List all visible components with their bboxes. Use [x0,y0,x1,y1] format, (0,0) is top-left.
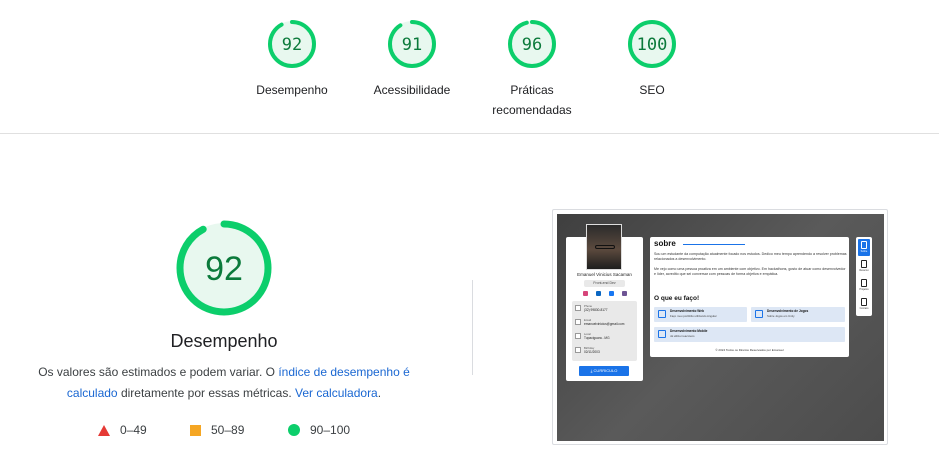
nav-item-about: Sobre [858,239,870,256]
phone-icon [575,305,581,311]
nav-item-projects: Projetos [858,277,870,294]
site-side-nav: Sobre Resumo Projetos Contato [856,237,872,316]
profile-card: Emanuel Vinicius Sacaman Front-end Dev P… [566,224,643,381]
gauge-accessibility[interactable]: 91 Acessibilidade [352,18,472,100]
screenshot-image: Emanuel Vinicius Sacaman Front-end Dev P… [557,214,884,441]
email-icon [575,319,581,325]
gauge-label-best-practices: Práticas recomendadas [492,83,572,117]
social-icons [583,291,627,297]
instagram-icon [583,291,588,296]
site-footer: © 2024 Todos os Direitos Reservados por … [715,348,784,352]
contact-icon [861,298,867,306]
legend-pass-range: 90–100 [310,423,351,437]
about-underline [683,244,745,245]
mobile-dev-icon [658,330,666,338]
skill-card-games: Desenvolvimento de Jogos Sobre Jogos em … [751,307,845,322]
facebook-icon [609,291,614,296]
gauge-performance[interactable]: 92 Desempenho [232,18,352,100]
red-triangle-icon [98,424,110,436]
document-icon [861,260,867,268]
legend-pass: 90–100 [288,421,350,439]
skill-card-web: Desenvolvimento Web Faço meu portifólio … [654,307,747,322]
profile-tag: Front-end Dev [584,280,625,287]
linkedin-icon [596,291,601,296]
gauge-ring-seo: 100 [628,20,676,68]
green-circle-icon [288,424,300,436]
nav-item-contact: Contato [858,296,870,313]
about-paragraph-1: Sou um estudante da computação atualment… [654,252,847,261]
score-seo: 100 [637,35,668,55]
performance-score-large: 92 [205,250,243,288]
legend-fail: 0–49 [98,421,147,439]
user-icon [861,241,867,249]
gauge-ring-performance: 92 [268,20,316,68]
profile-photo [586,224,622,270]
desc-text-2: diretamente por essas métricas. [117,386,296,400]
profile-name: Emanuel Vinicius Sacaman [577,272,632,277]
contact-row: Local Tupaciguara - MG [575,331,635,343]
game-dev-icon [755,310,763,318]
gauge-ring-accessibility: 91 [388,20,436,68]
gauge-label-seo: SEO [639,83,665,97]
legend-average-range: 50–89 [211,423,245,437]
github-icon [622,291,627,296]
folder-icon [861,279,867,287]
web-dev-icon [658,310,666,318]
calculator-link[interactable]: Ver calculadora [295,386,378,400]
skills-title: O que eu faço! [654,295,700,302]
nav-item-resume: Resumo [858,258,870,275]
gauge-seo[interactable]: 100 SEO [592,18,712,100]
contact-row: Email emanuelvinicius@gmail.com [575,317,635,329]
about-title: sobre [654,239,676,248]
location-icon [575,333,581,339]
score-accessibility: 91 [402,35,422,55]
section-divider [472,280,473,375]
about-section: sobre Sou um estudante da computação atu… [650,237,849,357]
gauge-best-practices[interactable]: 96 Práticas recomendadas [472,18,592,120]
gauge-label-performance: Desempenho [256,83,328,97]
desc-text-3: . [377,386,382,400]
about-paragraph-2: Me vejo como uma pessoa proativa em um a… [654,267,846,276]
contact-row: Phone (32) 99830-8177 [575,303,635,315]
performance-title: Desempenho [170,331,278,351]
orange-square-icon [190,424,201,436]
performance-description: Os valores são estimados e podem variar.… [24,362,424,404]
contact-row: Birthday 02/11/2003 [575,345,635,357]
category-scores-bar: 92 Desempenho 91 Acessibilidade 96 Práti… [0,0,939,134]
score-performance: 92 [282,35,302,55]
legend-fail-range: 0–49 [120,423,147,437]
legend-average: 50–89 [190,421,244,439]
score-best-practices: 96 [522,35,542,55]
calendar-icon [575,347,581,353]
skill-card-mobile: Desenvolvimento Mobile Já utilizei react… [654,327,845,342]
contact-box: Phone (32) 99830-8177 Email emanuelviniciu… [572,301,637,361]
gauge-ring-best-practices: 96 [508,20,556,68]
performance-gauge-large: 92 [176,220,272,316]
gauge-label-accessibility: Acessibilidade [373,83,451,97]
final-screenshot[interactable]: Emanuel Vinicius Sacaman Front-end Dev P… [552,209,888,445]
desc-text-1: Os valores são estimados e podem variar.… [38,365,279,379]
cv-download-button: ⤓ CURRICULO [579,366,629,376]
score-legend: 0–49 50–89 90–100 [98,421,378,441]
